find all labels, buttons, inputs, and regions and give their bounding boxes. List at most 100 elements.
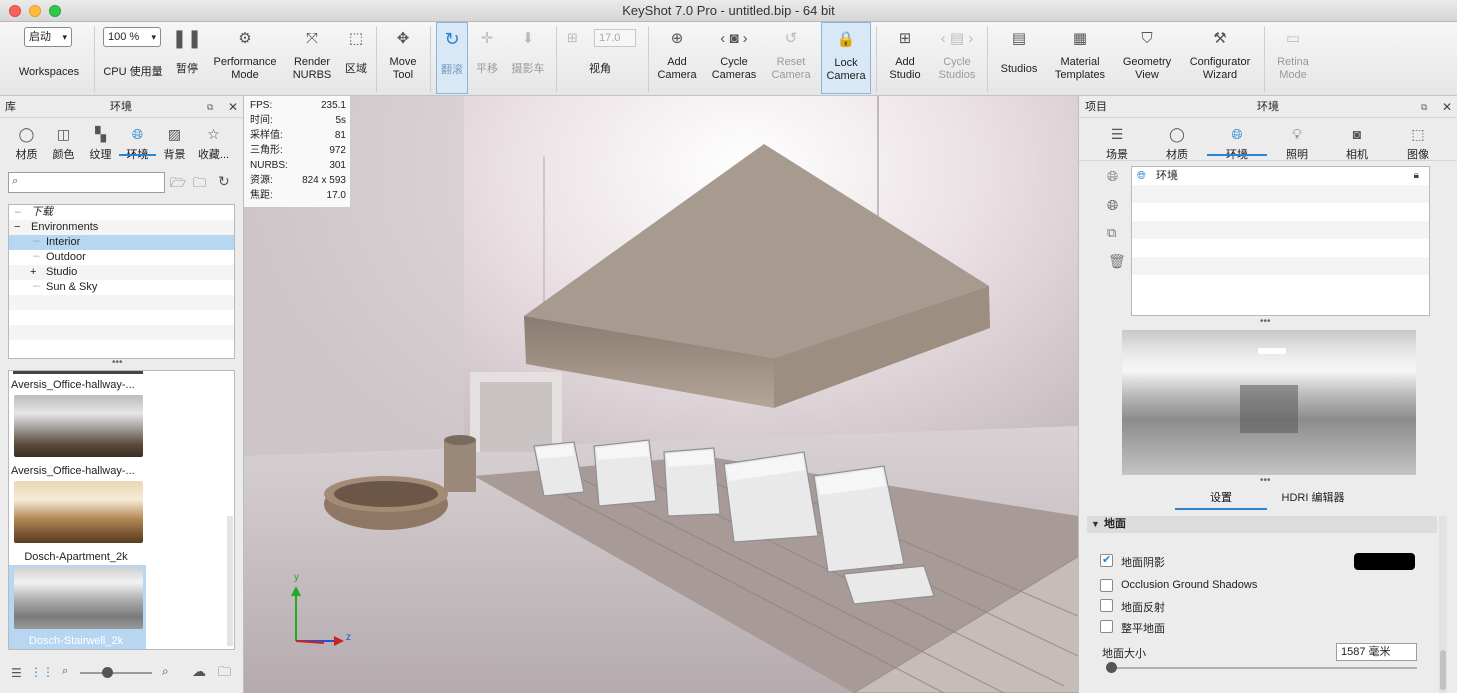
collapse-icon[interactable]: −: [14, 220, 20, 235]
project-tab-image[interactable]: ⬚ 图像: [1387, 122, 1449, 161]
subtab-settings[interactable]: 设置: [1175, 488, 1267, 510]
thumbnail-dosch-apartment[interactable]: [14, 481, 143, 543]
project-tab-camera[interactable]: ◙ 相机: [1327, 122, 1387, 161]
slider-thumb[interactable]: [1106, 662, 1117, 673]
close-panel-icon[interactable]: ✕: [228, 96, 238, 118]
close-panel-icon[interactable]: ✕: [1442, 96, 1452, 118]
thumbnail-dosch-stairwell[interactable]: [14, 567, 143, 629]
tree-item-downloads[interactable]: – 下载: [9, 205, 234, 220]
studios-button[interactable]: ▤ Studios: [992, 22, 1046, 95]
render-nurbs-button[interactable]: ⤧ Render NURBS: [286, 22, 338, 95]
folder-sync-icon[interactable]: 🗀︎: [218, 663, 231, 685]
project-tab-scene[interactable]: ☰ 场景: [1087, 122, 1147, 161]
texture-icon: ▚: [95, 126, 106, 142]
thumbnail-size-slider[interactable]: [80, 667, 152, 678]
splitter-handle[interactable]: •••: [1260, 476, 1271, 486]
float-panel-icon[interactable]: ⧉: [207, 96, 213, 118]
library-tab-textures[interactable]: ▚ 纹理: [82, 122, 119, 161]
reset-camera-button[interactable]: ↺ Reset Camera: [766, 22, 816, 95]
flatten-ground-checkbox[interactable]: [1100, 620, 1113, 633]
thumbnail-aversis-office-2[interactable]: [14, 395, 143, 457]
project-tab-environment[interactable]: 🌐︎ 环境: [1207, 122, 1267, 161]
environment-subtabs: 设置 HDRI 编辑器: [1175, 488, 1359, 510]
zoom-in-icon[interactable]: ⌕: [162, 664, 169, 679]
occlusion-ground-shadows-checkbox[interactable]: [1100, 579, 1113, 592]
export-folder-icon[interactable]: 🗀︎: [193, 174, 206, 196]
upload-cloud-icon[interactable]: ☁: [192, 663, 206, 680]
tree-item-studio[interactable]: + Studio: [9, 265, 234, 280]
cpu-usage-label: CPU 使用量: [103, 66, 163, 78]
ground-size-input[interactable]: 1587 毫米: [1336, 643, 1417, 661]
material-templates-button[interactable]: ▦ Material Templates: [1048, 22, 1112, 95]
geometry-view-button[interactable]: ⛉ Geometry View: [1116, 22, 1178, 95]
ground-reflections-label: 地面反射: [1121, 602, 1165, 614]
reset-camera-icon: ↺: [784, 29, 798, 47]
float-panel-icon[interactable]: ⧉: [1421, 96, 1427, 118]
trash-icon[interactable]: 🗑︎: [1108, 253, 1126, 270]
copy-environment-icon[interactable]: ⧉: [1107, 225, 1116, 241]
performance-icon: ⚙: [238, 29, 252, 47]
retina-mode-button[interactable]: ▭ Retina Mode: [1268, 22, 1318, 95]
library-tab-materials[interactable]: ◯ 材质: [8, 122, 45, 161]
thumbnail-label: Dosch-Apartment_2k: [24, 551, 128, 563]
render-viewport[interactable]: FPS: 235.1 时间: 5s 采样值: 81 三角形: 972 NURBS: 301…: [244, 96, 1078, 693]
zoom-window-button[interactable]: [49, 5, 61, 17]
tree-item-sun-sky[interactable]: ┈ Sun & Sky: [9, 280, 234, 295]
ground-section-header[interactable]: ▼ 地面: [1087, 516, 1437, 533]
configurator-wizard-icon: ⚒: [1213, 29, 1227, 47]
tree-item-interior[interactable]: ┈ Interior: [9, 235, 234, 250]
subtab-hdri-editor[interactable]: HDRI 编辑器: [1267, 488, 1359, 510]
import-folder-icon[interactable]: 🗁︎: [170, 174, 186, 196]
tree-item-outdoor[interactable]: ┈ Outdoor: [9, 250, 234, 265]
ground-shadow-color-swatch[interactable]: [1354, 553, 1415, 570]
library-tab-favorites[interactable]: ☆ 收藏...: [193, 122, 234, 161]
environment-list-item[interactable]: 🌐︎ 环境 🔒︎: [1132, 167, 1429, 185]
duplicate-environment-icon[interactable]: 🌐︎: [1107, 197, 1118, 214]
pan-icon: ✛: [480, 29, 494, 47]
library-tab-colors[interactable]: ◫ 颜色: [45, 122, 82, 161]
splitter-handle[interactable]: •••: [1260, 317, 1271, 327]
list-view-icon[interactable]: ☰: [11, 666, 22, 680]
splitter-handle[interactable]: •••: [112, 358, 123, 368]
refresh-icon[interactable]: ↻: [218, 173, 230, 190]
zoom-out-icon[interactable]: ⌕: [62, 665, 68, 678]
title-bar: KeyShot 7.0 Pro - untitled.bip - 64 bit: [0, 0, 1457, 22]
scene-list-icon: ☰: [1110, 126, 1124, 142]
slider-thumb[interactable]: [102, 667, 113, 678]
pause-button[interactable]: ❚❚ 暂停: [170, 22, 204, 95]
move-tool-button[interactable]: ✥ Move Tool: [380, 22, 426, 95]
library-search-input[interactable]: ⌕: [8, 172, 165, 193]
cycle-cameras-button[interactable]: ‹ ◙ › Cycle Cameras: [706, 22, 762, 95]
lock-camera-button[interactable]: 🔒 Lock Camera: [821, 22, 871, 94]
material-templates-icon: ▦: [1072, 29, 1088, 47]
configurator-wizard-button[interactable]: ⚒ Configurator Wizard: [1182, 22, 1258, 95]
cycle-studios-button[interactable]: ‹ ▤ › Cycle Studios: [932, 22, 982, 95]
search-icon: ⌕: [12, 175, 19, 187]
close-window-button[interactable]: [9, 5, 21, 17]
window-title: KeyShot 7.0 Pro - untitled.bip - 64 bit: [622, 3, 835, 18]
project-tab-lighting[interactable]: 💡︎ 照明: [1267, 122, 1327, 161]
ground-shadows-checkbox[interactable]: [1100, 553, 1113, 567]
library-tab-backgrounds[interactable]: ▨ 背景: [156, 122, 193, 161]
tumble-button[interactable]: ↻ 翻滚: [436, 22, 468, 94]
ground-size-slider[interactable]: [1106, 662, 1417, 673]
performance-mode-button[interactable]: ⚙ Performance Mode: [206, 22, 284, 95]
scrollbar[interactable]: [227, 516, 233, 646]
tree-item-environments[interactable]: − Environments: [9, 220, 234, 235]
pan-button[interactable]: ✛ 平移: [472, 22, 502, 95]
add-camera-button[interactable]: ⊕ Add Camera: [652, 22, 702, 95]
region-button[interactable]: ⬚ 区域: [340, 22, 372, 95]
minimize-window-button[interactable]: [29, 5, 41, 17]
add-environment-icon[interactable]: 🌐︎: [1107, 168, 1118, 185]
ground-reflections-checkbox[interactable]: [1100, 599, 1113, 612]
project-tab-materials[interactable]: ◯ 材质: [1147, 122, 1207, 161]
render-stats-overlay: FPS: 235.1 时间: 5s 采样值: 81 三角形: 972 NURBS: 301…: [244, 96, 350, 207]
scrollbar[interactable]: [1439, 516, 1447, 693]
expand-icon[interactable]: +: [30, 265, 36, 280]
grid-view-icon[interactable]: ⋮⋮: [30, 665, 54, 679]
hdri-preview[interactable]: [1122, 330, 1416, 475]
axis-y-label: y: [294, 572, 299, 583]
library-tab-environments[interactable]: 🌐︎ 环境: [119, 122, 156, 161]
dolly-button[interactable]: ⬇ 摄影车: [506, 22, 550, 95]
add-studio-button[interactable]: ⊞ Add Studio: [880, 22, 930, 95]
